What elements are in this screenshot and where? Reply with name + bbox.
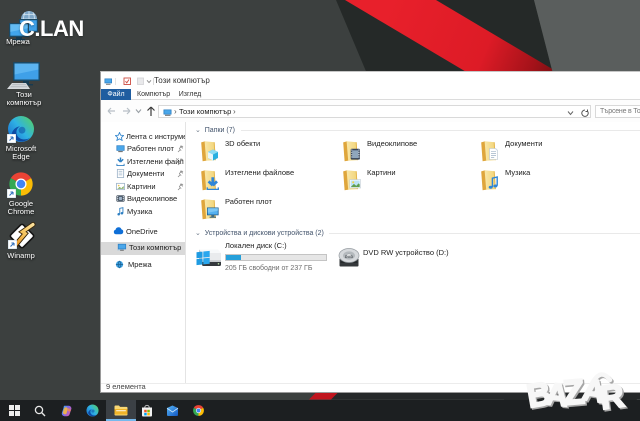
svg-text:DVD: DVD: [345, 254, 354, 259]
